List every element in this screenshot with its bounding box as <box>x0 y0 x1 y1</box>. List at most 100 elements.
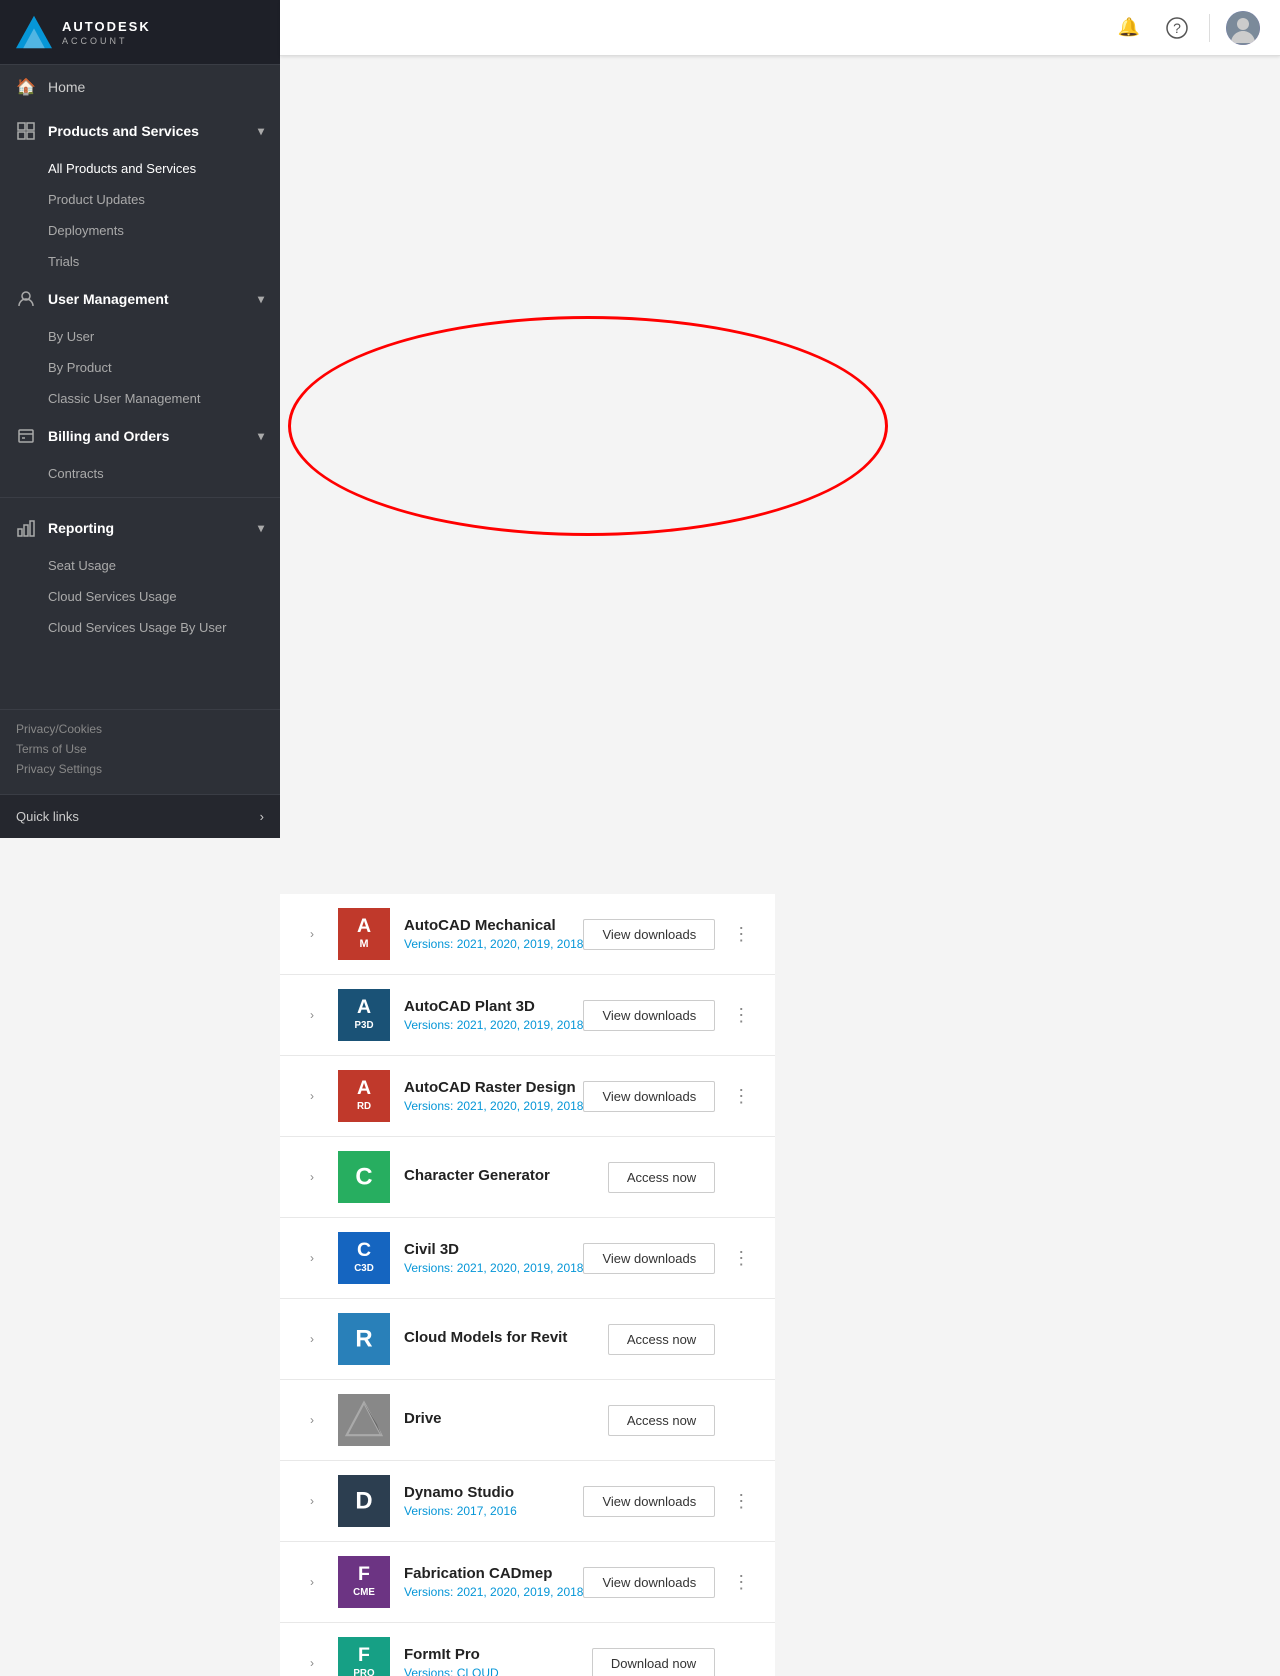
privacy-settings-link[interactable]: Privacy Settings <box>16 762 264 776</box>
row-expand-button[interactable]: › <box>300 1246 324 1270</box>
action-button[interactable]: View downloads <box>583 1000 715 1031</box>
product-info: Dynamo Studio Versions: 2017, 2016 <box>404 1484 583 1518</box>
product-name: Dynamo Studio <box>404 1484 583 1501</box>
product-info: Drive <box>404 1410 608 1430</box>
product-icon: C <box>338 1151 390 1203</box>
svg-text:A: A <box>357 1077 371 1099</box>
product-info: Fabrication CADmep Versions: 2021, 2020,… <box>404 1565 583 1599</box>
sidebar-item-cloud-services-usage-user[interactable]: Cloud Services Usage By User <box>0 612 280 643</box>
help-button[interactable]: ? <box>1161 12 1193 44</box>
sidebar-item-products-services[interactable]: Products and Services ▾ <box>0 109 280 153</box>
sidebar-item-home[interactable]: 🏠 Home <box>0 65 280 109</box>
action-button[interactable]: View downloads <box>583 1081 715 1112</box>
sidebar-item-product-updates[interactable]: Product Updates <box>0 184 280 215</box>
product-menu-button[interactable]: ⋮ <box>727 1568 755 1596</box>
product-action: Access now <box>608 1162 715 1193</box>
action-button[interactable]: Access now <box>608 1405 715 1436</box>
svg-text:P3D: P3D <box>355 1020 374 1031</box>
products-icon <box>16 121 36 141</box>
product-row-autocad-mechanical: › AM AutoCAD Mechanical Versions: 2021, … <box>280 894 775 975</box>
svg-text:A: A <box>357 996 371 1018</box>
product-versions: Versions: 2021, 2020, 2019, 2018 <box>404 1261 583 1275</box>
product-row-autocad-plant3d: › AP3D AutoCAD Plant 3D Versions: 2021, … <box>280 975 775 1056</box>
row-expand-button[interactable]: › <box>300 922 324 946</box>
sidebar-item-trials[interactable]: Trials <box>0 246 280 277</box>
terms-of-use-link[interactable]: Terms of Use <box>16 742 264 756</box>
row-expand-button[interactable]: › <box>300 1570 324 1594</box>
svg-text:D: D <box>355 1488 372 1515</box>
sidebar-item-deployments[interactable]: Deployments <box>0 215 280 246</box>
product-icon: AM <box>338 908 390 960</box>
sidebar-item-classic-user-mgmt[interactable]: Classic User Management <box>0 383 280 414</box>
circle-annotation <box>288 316 888 536</box>
sidebar-item-by-product[interactable]: By Product <box>0 352 280 383</box>
sidebar-footer: Privacy/Cookies Terms of Use Privacy Set… <box>0 709 280 794</box>
chevron-down-icon-4: ▾ <box>258 521 264 535</box>
sidebar-item-seat-usage[interactable]: Seat Usage <box>0 550 280 581</box>
product-row-civil-3d: › CC3D Civil 3D Versions: 2021, 2020, 20… <box>280 1218 775 1299</box>
row-expand-button[interactable]: › <box>300 1408 324 1432</box>
row-expand-button[interactable]: › <box>300 1327 324 1351</box>
svg-text:M: M <box>359 938 368 950</box>
sidebar-item-cloud-services-usage[interactable]: Cloud Services Usage <box>0 581 280 612</box>
top-header: 🔔 ? <box>280 0 1280 56</box>
svg-text:A: A <box>357 915 371 937</box>
product-row-character-generator: › C Character Generator Access now <box>280 1137 775 1218</box>
action-button[interactable]: Access now <box>608 1324 715 1355</box>
sidebar-item-user-management[interactable]: User Management ▾ <box>0 277 280 321</box>
product-name: Fabrication CADmep <box>404 1565 583 1582</box>
svg-text:F: F <box>358 1563 370 1585</box>
notifications-button[interactable]: 🔔 <box>1113 12 1145 44</box>
product-action: Access now <box>608 1405 715 1436</box>
chevron-down-icon-2: ▾ <box>258 292 264 306</box>
product-info: AutoCAD Mechanical Versions: 2021, 2020,… <box>404 917 583 951</box>
privacy-cookies-link[interactable]: Privacy/Cookies <box>16 722 264 736</box>
action-button[interactable]: View downloads <box>583 1567 715 1598</box>
user-avatar[interactable] <box>1226 11 1260 45</box>
sidebar-item-by-user[interactable]: By User <box>0 321 280 352</box>
row-expand-button[interactable]: › <box>300 1489 324 1513</box>
product-menu-button[interactable]: ⋮ <box>727 1082 755 1110</box>
product-info: Character Generator <box>404 1167 608 1187</box>
product-menu-button[interactable]: ⋮ <box>727 920 755 948</box>
product-menu-button[interactable]: ⋮ <box>727 1487 755 1515</box>
row-expand-button[interactable]: › <box>300 1165 324 1189</box>
svg-text:F: F <box>358 1644 370 1666</box>
sidebar-item-reporting[interactable]: Reporting ▾ <box>0 506 280 550</box>
sidebar-billing-label: Billing and Orders <box>48 428 169 444</box>
product-row-autocad-raster-design: › ARD AutoCAD Raster Design Versions: 20… <box>280 1056 775 1137</box>
action-button[interactable]: Access now <box>608 1162 715 1193</box>
quick-links-bar[interactable]: Quick links › <box>0 794 280 838</box>
product-row-drive: › Drive Access now <box>280 1380 775 1461</box>
action-button[interactable]: View downloads <box>583 1486 715 1517</box>
billing-icon <box>16 426 36 446</box>
product-info: FormIt Pro Versions: CLOUD <box>404 1646 592 1676</box>
product-menu-button[interactable]: ⋮ <box>727 1001 755 1029</box>
sidebar-item-billing-orders[interactable]: Billing and Orders ▾ <box>0 414 280 458</box>
sidebar-item-all-products[interactable]: All Products and Services <box>0 153 280 184</box>
product-name: Character Generator <box>404 1167 608 1184</box>
quick-links-label: Quick links <box>16 809 79 824</box>
sidebar-item-contracts[interactable]: Contracts <box>0 458 280 489</box>
action-button[interactable]: Download now <box>592 1648 715 1676</box>
product-action: View downloads <box>583 1486 715 1517</box>
sidebar-item-home-label: Home <box>48 79 85 95</box>
row-expand-button[interactable]: › <box>300 1003 324 1027</box>
action-button[interactable]: View downloads <box>583 919 715 950</box>
product-icon: ARD <box>338 1070 390 1122</box>
product-versions: Versions: 2021, 2020, 2019, 2018 <box>404 1099 583 1113</box>
action-button[interactable]: View downloads <box>583 1243 715 1274</box>
row-expand-button[interactable]: › <box>300 1084 324 1108</box>
header-divider <box>1209 14 1210 42</box>
product-versions: Versions: 2021, 2020, 2019, 2018 <box>404 1018 583 1032</box>
product-name: FormIt Pro <box>404 1646 592 1663</box>
product-icon: FPRO <box>338 1637 390 1676</box>
row-expand-button[interactable]: › <box>300 1651 324 1675</box>
reporting-icon <box>16 518 36 538</box>
product-versions: Versions: 2021, 2020, 2019, 2018 <box>404 937 583 951</box>
product-menu-button[interactable]: ⋮ <box>727 1244 755 1272</box>
user-management-icon <box>16 289 36 309</box>
svg-text:?: ? <box>1173 20 1181 36</box>
chevron-down-icon: ▾ <box>258 124 264 138</box>
product-versions: Versions: 2017, 2016 <box>404 1504 583 1518</box>
